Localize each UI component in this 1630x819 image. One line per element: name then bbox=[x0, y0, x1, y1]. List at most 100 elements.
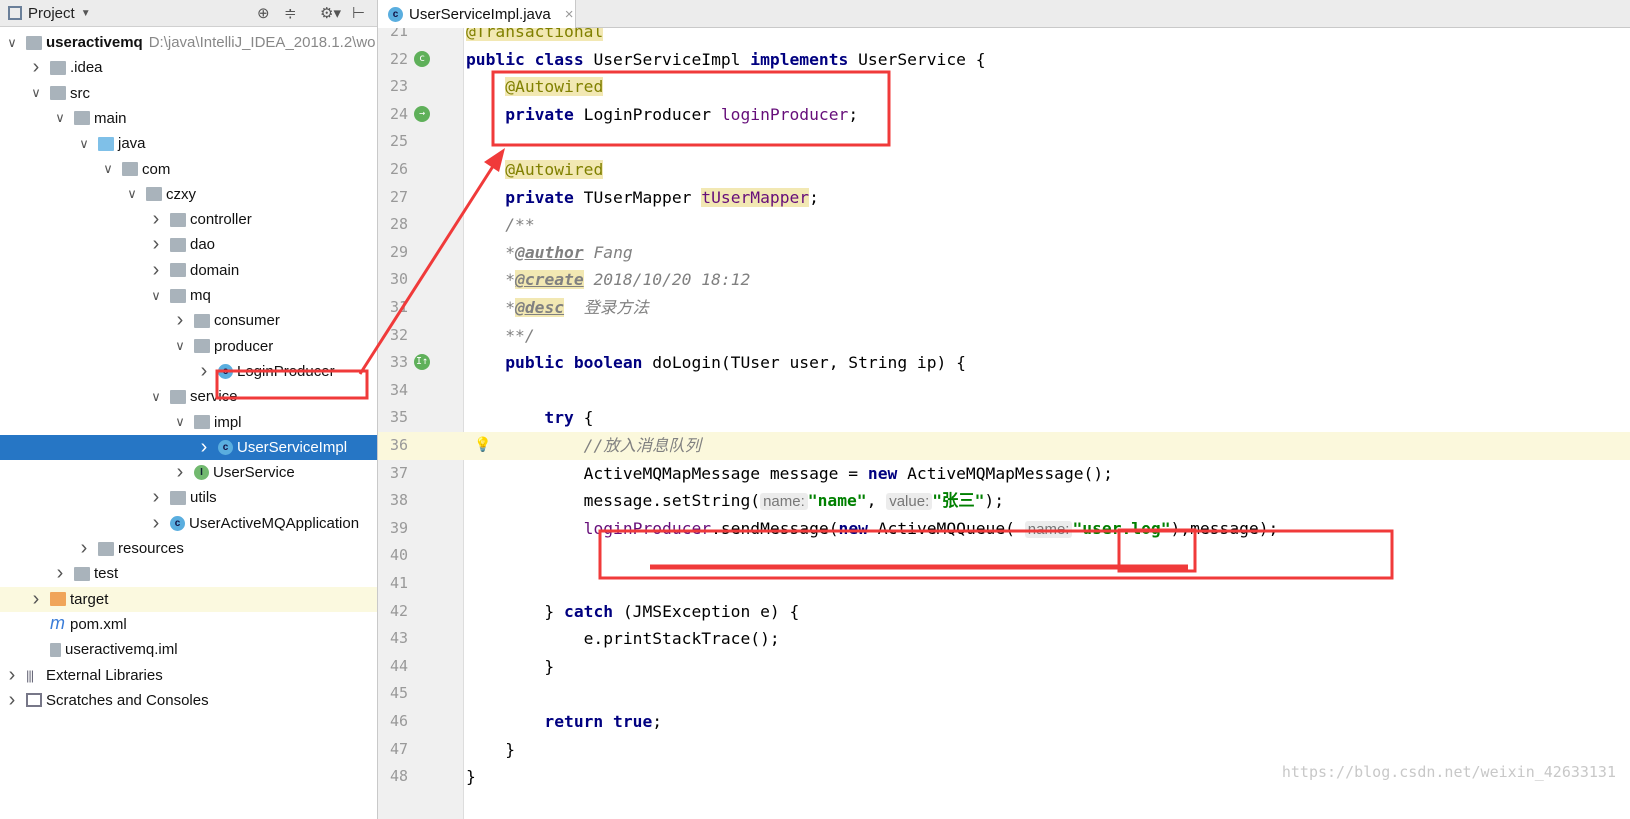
code-text: *@desc 登录方法 bbox=[466, 294, 649, 322]
chevron-down-icon[interactable]: ∨ bbox=[148, 288, 164, 304]
code-line[interactable]: 37 ActiveMQMapMessage message = new Acti… bbox=[378, 460, 1630, 488]
chevron-right-icon[interactable]: › bbox=[196, 436, 212, 459]
tree-item-label: target bbox=[70, 590, 109, 608]
chevron-down-icon[interactable]: ∨ bbox=[172, 414, 188, 430]
code-line[interactable]: 45 bbox=[378, 680, 1630, 708]
code-line[interactable]: 32 **/ bbox=[378, 322, 1630, 350]
tree-item-dao[interactable]: › dao bbox=[0, 232, 377, 257]
chevron-right-icon[interactable]: › bbox=[4, 664, 20, 687]
project-view-selector[interactable]: Project ▼ bbox=[8, 5, 91, 22]
tree-item-external-libraries[interactable]: › ||| External Libraries bbox=[0, 663, 377, 688]
code-line[interactable]: 44 } bbox=[378, 653, 1630, 681]
tree-item-useractivemqapplication[interactable]: › c UserActiveMQApplication bbox=[0, 511, 377, 536]
tree-item-producer[interactable]: ∨ producer bbox=[0, 334, 377, 359]
tree-item-java[interactable]: ∨ java bbox=[0, 131, 377, 156]
tree-item-pom-xml[interactable]: m pom.xml bbox=[0, 612, 377, 637]
chevron-right-icon[interactable]: › bbox=[52, 562, 68, 585]
code-line[interactable]: 25 bbox=[378, 128, 1630, 156]
chevron-down-icon[interactable]: ∨ bbox=[76, 136, 92, 152]
tree-item-com[interactable]: ∨ com bbox=[0, 157, 377, 182]
tree-item-impl[interactable]: ∨ impl bbox=[0, 410, 377, 435]
collapse-icon[interactable]: ≑ bbox=[284, 4, 297, 22]
chevron-right-icon[interactable]: › bbox=[148, 259, 164, 282]
code-line[interactable]: 22 c public class UserServiceImpl implemen… bbox=[378, 46, 1630, 74]
tab-userserviceimpl[interactable]: c UserServiceImpl.java × bbox=[378, 0, 576, 28]
code-editor[interactable]: 21 @Transactional 22 c public class UserServ… bbox=[378, 28, 1630, 819]
code-line[interactable]: 43 e.printStackTrace(); bbox=[378, 625, 1630, 653]
tree-item-consumer[interactable]: › consumer bbox=[0, 308, 377, 333]
chevron-right-icon[interactable]: › bbox=[76, 537, 92, 560]
tree-item-userservice[interactable]: › I UserService bbox=[0, 460, 377, 485]
tree-item-mq[interactable]: ∨ mq bbox=[0, 283, 377, 308]
tree-item-userserviceimpl[interactable]: › c UserServiceImpl bbox=[0, 434, 377, 460]
tree-item-label: useractivemq.iml bbox=[65, 641, 178, 659]
chevron-down-icon[interactable]: ∨ bbox=[172, 338, 188, 354]
tree-item-domain[interactable]: › domain bbox=[0, 258, 377, 283]
chevron-right-icon[interactable]: › bbox=[196, 360, 212, 383]
tree-item-main[interactable]: ∨ main bbox=[0, 106, 377, 131]
code-line[interactable]: 33 I↑ public boolean doLogin(TUser user, … bbox=[378, 349, 1630, 377]
code-line[interactable]: 46 return true; bbox=[378, 708, 1630, 736]
chevron-right-icon[interactable]: › bbox=[28, 56, 44, 79]
tree-item-useractivemq-iml[interactable]: useractivemq.iml bbox=[0, 637, 377, 662]
chevron-down-icon[interactable]: ∨ bbox=[100, 161, 116, 177]
tree-item-test[interactable]: › test bbox=[0, 561, 377, 586]
code-line[interactable]: 28 /** bbox=[378, 211, 1630, 239]
code-line[interactable]: 38 message.setString(name: "name", value:… bbox=[378, 487, 1630, 515]
chevron-right-icon[interactable]: › bbox=[4, 689, 20, 712]
implements-method-icon[interactable]: I↑ bbox=[414, 354, 430, 371]
chevron-down-icon[interactable]: ∨ bbox=[124, 186, 140, 202]
code-line[interactable]: 23 @Autowired bbox=[378, 73, 1630, 101]
chevron-down-icon[interactable]: ∨ bbox=[28, 85, 44, 101]
tree-item-utils[interactable]: › utils bbox=[0, 485, 377, 510]
chevron-right-icon[interactable]: › bbox=[148, 208, 164, 231]
chevron-right-icon[interactable]: › bbox=[172, 309, 188, 332]
close-icon[interactable]: × bbox=[565, 6, 574, 23]
tree-item-controller[interactable]: › controller bbox=[0, 207, 377, 232]
tree-item-src[interactable]: ∨ src bbox=[0, 81, 377, 106]
gear-icon[interactable]: ⚙▾ bbox=[320, 4, 341, 22]
tree-item-resources[interactable]: › resources bbox=[0, 536, 377, 561]
code-line[interactable]: 21 @Transactional bbox=[378, 28, 1630, 46]
code-line[interactable]: 47 } bbox=[378, 736, 1630, 764]
chevron-down-icon[interactable]: ∨ bbox=[52, 110, 68, 126]
code-line[interactable]: 30 *@create 2018/10/20 18:12 bbox=[378, 266, 1630, 294]
chevron-right-icon[interactable]: › bbox=[172, 461, 188, 484]
code-line[interactable]: 34 bbox=[378, 377, 1630, 405]
bean-class-icon[interactable]: c bbox=[414, 50, 430, 67]
code-token: @author bbox=[515, 242, 584, 262]
code-line[interactable]: 36 💡 //放入消息队列 bbox=[378, 432, 1630, 460]
tree-item-czxy[interactable]: ∨ czxy bbox=[0, 182, 377, 207]
tree-item-label: External Libraries bbox=[46, 666, 163, 684]
tree-item-scratches-and-consoles[interactable]: › Scratches and Consoles bbox=[0, 688, 377, 713]
code-line[interactable]: 35 try { bbox=[378, 404, 1630, 432]
code-line[interactable]: 27 private TUserMapper tUserMapper; bbox=[378, 184, 1630, 212]
code-line[interactable]: 40 bbox=[378, 542, 1630, 570]
tree-item-loginproducer[interactable]: › c LoginProducer bbox=[0, 359, 377, 384]
package-icon bbox=[122, 162, 138, 176]
hide-icon[interactable]: ⊢ bbox=[352, 4, 365, 22]
code-line[interactable]: 29 *@author Fang bbox=[378, 239, 1630, 267]
chevron-right-icon[interactable]: › bbox=[148, 512, 164, 535]
autowired-navigation-icon[interactable]: → bbox=[414, 105, 430, 122]
chevron-right-icon[interactable]: › bbox=[148, 486, 164, 509]
code-line[interactable]: 31 *@desc 登录方法 bbox=[378, 294, 1630, 322]
code-line[interactable]: 41 bbox=[378, 570, 1630, 598]
tree-item-service[interactable]: ∨ service bbox=[0, 384, 377, 409]
source-folder-icon bbox=[98, 136, 114, 151]
chevron-down-icon[interactable]: ∨ bbox=[4, 35, 20, 51]
chevron-right-icon[interactable]: › bbox=[148, 233, 164, 256]
tree-item-useractivemq[interactable]: ∨ useractivemq D:\java\IntelliJ_IDEA_2018.… bbox=[0, 30, 377, 55]
code-line[interactable]: 42 } catch (JMSException e) { bbox=[378, 598, 1630, 626]
chevron-down-icon[interactable]: ∨ bbox=[148, 389, 164, 405]
tree-item-target[interactable]: › target bbox=[0, 586, 377, 612]
chevron-right-icon[interactable]: › bbox=[28, 588, 44, 611]
tree-item--idea[interactable]: › .idea bbox=[0, 55, 377, 80]
locate-icon[interactable]: ⊕ bbox=[257, 4, 270, 22]
code-line[interactable]: 39 loginProducer.sendMessage(new ActiveM… bbox=[378, 515, 1630, 543]
code-line[interactable]: 24 → private LoginProducer loginProducer; bbox=[378, 101, 1630, 129]
code-text: //放入消息队列 bbox=[466, 432, 701, 460]
code-line[interactable]: 26 @Autowired bbox=[378, 156, 1630, 184]
